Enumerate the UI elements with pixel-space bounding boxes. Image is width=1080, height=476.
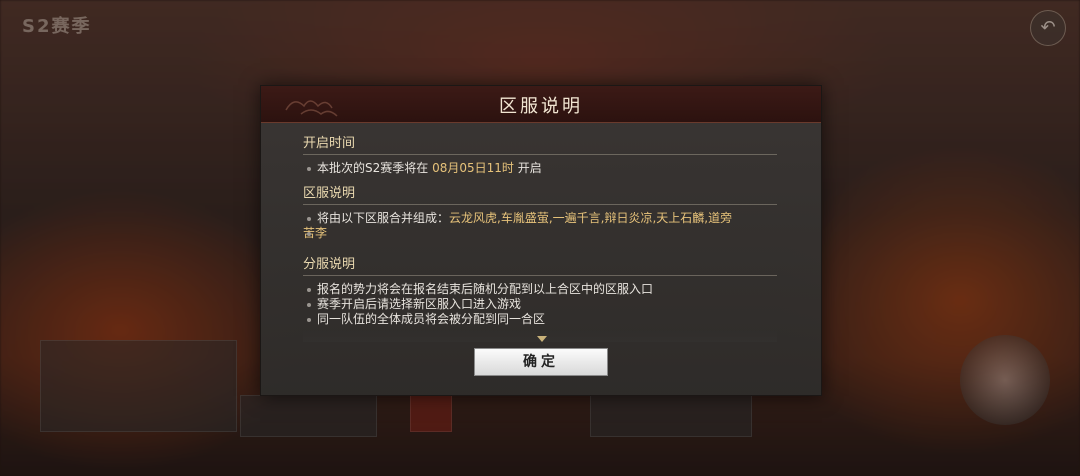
background-emblem-icon — [960, 335, 1050, 425]
list-item: 本批次的S2赛季将在 08月05日11时 开启 — [303, 161, 777, 176]
open-time-value: 08月05日11时 — [432, 161, 514, 175]
background-panel — [410, 395, 452, 432]
server-info-dialog: 区服说明 开启时间 本批次的S2赛季将在 08月05日11时 开启 区服说明 将… — [260, 85, 822, 396]
section-heading: 区服说明 — [303, 182, 777, 205]
section-heading: 开启时间 — [303, 132, 777, 155]
list-item-text: 将由以下区服合并组成： — [317, 211, 450, 225]
server-names: 云龙风虎,车胤盛萤,一遍千言,辩日炎凉,天上石麟,道旁 — [449, 211, 733, 225]
dialog-title: 区服说明 — [499, 96, 583, 117]
section-open-time: 开启时间 本批次的S2赛季将在 08月05日11时 开启 — [303, 132, 777, 176]
scroll-down-icon[interactable] — [537, 336, 547, 342]
background-panel — [240, 395, 377, 437]
section-heading: 分服说明 — [303, 253, 777, 276]
list-item: 同一队伍的全体成员将会被分配到同一合区 — [303, 312, 777, 327]
list-item-text: 本批次的S2赛季将在 — [317, 161, 433, 175]
background-panel — [40, 340, 237, 432]
server-names-continued: 苦李 — [303, 226, 777, 241]
list-item: 报名的势力将会在报名结束后随机分配到以上合区中的区服入口 — [303, 282, 777, 297]
dialog-header: 区服说明 — [261, 86, 821, 123]
back-arrow-icon[interactable]: ↶ — [1030, 10, 1066, 46]
section-server-split: 分服说明 报名的势力将会在报名结束后随机分配到以上合区中的区服入口 赛季开启后请… — [303, 253, 777, 327]
background-panel — [590, 395, 752, 437]
list-item: 赛季开启后请选择新区服入口进入游戏 — [303, 297, 777, 312]
section-server-info: 区服说明 将由以下区服合并组成：云龙风虎,车胤盛萤,一遍千言,辩日炎凉,天上石麟… — [303, 182, 777, 241]
confirm-button[interactable]: 确定 — [474, 348, 608, 376]
list-item: 将由以下区服合并组成：云龙风虎,车胤盛萤,一遍千言,辩日炎凉,天上石麟,道旁 — [303, 211, 777, 226]
list-item-text: 开启 — [513, 161, 542, 175]
background-season-title: S2赛季 — [22, 16, 92, 37]
dialog-content[interactable]: 开启时间 本批次的S2赛季将在 08月05日11时 开启 区服说明 将由以下区服… — [303, 132, 777, 342]
